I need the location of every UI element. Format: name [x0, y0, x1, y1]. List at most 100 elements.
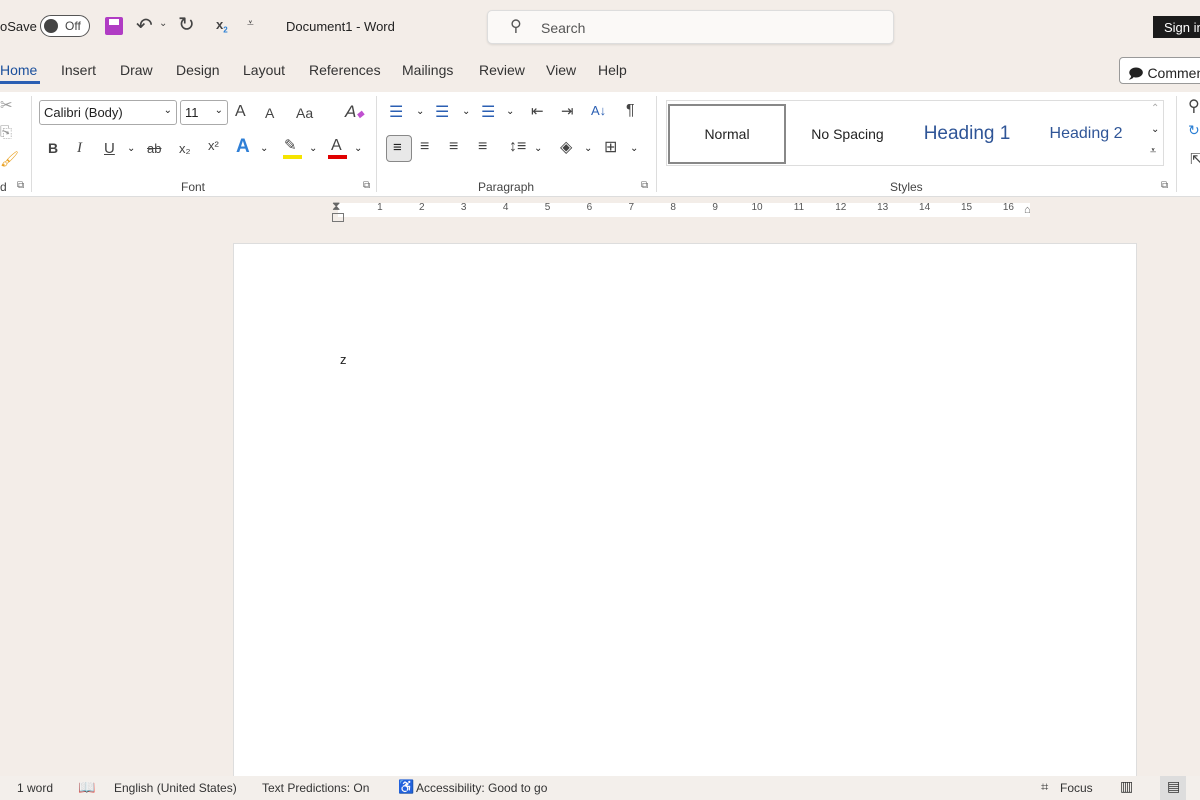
font-name-dropdown[interactable]: Calibri (Body) ⌄ [39, 100, 177, 125]
bullets-icon[interactable]: ☰ [389, 102, 403, 122]
styles-launcher-icon[interactable]: ⧉ [1161, 180, 1168, 191]
ruler-number: 12 [835, 202, 847, 213]
style-heading-1[interactable]: Heading 1 [908, 104, 1026, 164]
italic-button[interactable]: I [77, 140, 82, 157]
left-indent-box[interactable] [332, 213, 344, 222]
style-normal[interactable]: Normal [668, 104, 786, 164]
grow-font-icon[interactable]: A [235, 103, 246, 121]
proofing-icon[interactable]: 📖 [78, 779, 95, 796]
title-bar: oSave Off ↶ ⌄ ↻ x2 ⩡ Document1 - Word ⚲ … [0, 0, 1200, 52]
font-size-dropdown[interactable]: 11 ⌄ [180, 100, 228, 125]
save-icon[interactable] [105, 17, 123, 35]
subscript-qat-icon[interactable]: x2 [216, 17, 228, 35]
search-box[interactable]: ⚲ Search [487, 10, 894, 44]
tab-review[interactable]: Review [479, 62, 525, 78]
accessibility-status[interactable]: Accessibility: Good to go [416, 781, 547, 795]
strikethrough-button[interactable]: ab [147, 141, 161, 156]
print-layout-button[interactable]: ▤ [1160, 776, 1186, 800]
font-launcher-icon[interactable]: ⧉ [363, 180, 370, 191]
align-center-icon[interactable]: ≡ [420, 138, 429, 156]
ruler-number: 15 [960, 202, 973, 213]
chevron-down-icon[interactable]: ⌄ [584, 143, 592, 154]
styles-more-icon[interactable]: ⩡ [1150, 145, 1156, 158]
justify-icon[interactable]: ≡ [478, 138, 487, 156]
read-mode-icon[interactable]: ▥ [1120, 778, 1133, 795]
style-heading-2[interactable]: Heading 2 [1030, 104, 1142, 164]
multilevel-list-icon[interactable]: ☰ [481, 102, 495, 122]
chevron-down-icon[interactable]: ⌄ [354, 143, 362, 154]
superscript-button[interactable]: x² [208, 138, 219, 153]
font-color-icon[interactable]: A [331, 137, 342, 155]
underline-button[interactable]: U [104, 140, 115, 157]
tab-home[interactable]: Home [0, 62, 37, 78]
sort-icon[interactable]: A↓ [591, 103, 606, 118]
chevron-down-icon[interactable]: ⌄ [127, 143, 135, 154]
style-no-spacing[interactable]: No Spacing [790, 104, 905, 164]
chevron-down-icon[interactable]: ⌄ [309, 143, 317, 154]
tab-design[interactable]: Design [176, 62, 220, 78]
customize-qat-icon[interactable]: ⩡ [247, 16, 254, 31]
document-text[interactable]: z [340, 352, 347, 367]
format-painter-icon[interactable]: 🖌 [0, 150, 19, 168]
undo-dropdown-icon[interactable]: ⌄ [159, 18, 167, 29]
focus-button[interactable]: Focus [1060, 781, 1093, 795]
right-indent-marker-icon[interactable]: ⌂ [1024, 204, 1031, 216]
shrink-font-icon[interactable]: A [265, 105, 274, 121]
text-predictions-status[interactable]: Text Predictions: On [262, 781, 369, 795]
tab-insert[interactable]: Insert [61, 62, 96, 78]
tab-mailings[interactable]: Mailings [402, 62, 453, 78]
divider [31, 96, 32, 192]
show-formatting-button[interactable]: ¶ [626, 102, 635, 120]
indent-marker-icon[interactable]: ⧗ [332, 199, 340, 214]
ruler-number: 6 [586, 202, 593, 213]
tab-references[interactable]: References [309, 62, 381, 78]
word-count[interactable]: 1 word [17, 781, 53, 795]
align-right-icon[interactable]: ≡ [449, 138, 458, 156]
redo-icon[interactable]: ↻ [178, 12, 195, 37]
styles-scroll-down-icon[interactable]: ⌄ [1151, 124, 1159, 135]
align-left-button[interactable]: ≡ [386, 135, 412, 162]
replace-icon[interactable]: ↻ [1188, 122, 1200, 139]
language-status[interactable]: English (United States) [114, 781, 237, 795]
subscript-button[interactable]: x₂ [179, 141, 191, 156]
tab-draw[interactable]: Draw [120, 62, 153, 78]
select-icon[interactable]: ⇱ [1190, 150, 1200, 168]
autosave-toggle[interactable]: Off [40, 15, 90, 37]
chevron-down-icon[interactable]: ⌄ [462, 106, 470, 117]
clear-formatting-icon[interactable]: A◆ [345, 102, 364, 122]
copy-icon[interactable]: ⎘ [0, 124, 12, 141]
shading-icon[interactable]: ◈ [560, 137, 572, 157]
chevron-down-icon[interactable]: ⌄ [260, 143, 268, 154]
find-icon[interactable]: ⚲ [1188, 96, 1200, 116]
tab-layout[interactable]: Layout [243, 62, 285, 78]
chevron-down-icon[interactable]: ⌄ [630, 143, 638, 154]
ruler-number: 2 [419, 202, 425, 213]
change-case-icon[interactable]: Aa [296, 105, 313, 121]
search-placeholder: Search [541, 20, 586, 36]
paragraph-group-label: Paragraph [478, 180, 535, 194]
bold-button[interactable]: B [48, 140, 58, 156]
numbering-icon[interactable]: ☰ [435, 102, 449, 122]
chevron-down-icon[interactable]: ⌄ [506, 106, 514, 117]
styles-scroll-up-icon[interactable]: ⌃ [1151, 103, 1159, 114]
tab-view[interactable]: View [546, 62, 576, 78]
ruler-number: 3 [460, 202, 467, 213]
sign-in-button[interactable]: Sign in [1153, 16, 1200, 38]
print-layout-icon: ▤ [1167, 778, 1181, 794]
decrease-indent-icon[interactable]: ⇤ [531, 102, 544, 120]
document-page[interactable]: z [233, 243, 1137, 783]
highlight-icon[interactable]: ✎ [284, 136, 297, 154]
paragraph-launcher-icon[interactable]: ⧉ [641, 180, 648, 191]
comments-button[interactable]: 🗩 Comments [1119, 57, 1200, 84]
undo-icon[interactable]: ↶ [136, 13, 153, 38]
cut-icon[interactable]: ✂ [0, 96, 13, 114]
text-effects-icon[interactable]: A [236, 136, 250, 158]
tab-help[interactable]: Help [598, 62, 627, 78]
chevron-down-icon[interactable]: ⌄ [416, 106, 424, 117]
ruler-number: 13 [877, 202, 889, 213]
line-spacing-icon[interactable]: ↕≡ [509, 138, 526, 156]
chevron-down-icon[interactable]: ⌄ [534, 143, 542, 154]
clipboard-launcher-icon[interactable]: ⧉ [17, 180, 24, 191]
increase-indent-icon[interactable]: ⇥ [561, 102, 574, 120]
borders-icon[interactable]: ⊞ [604, 137, 617, 157]
